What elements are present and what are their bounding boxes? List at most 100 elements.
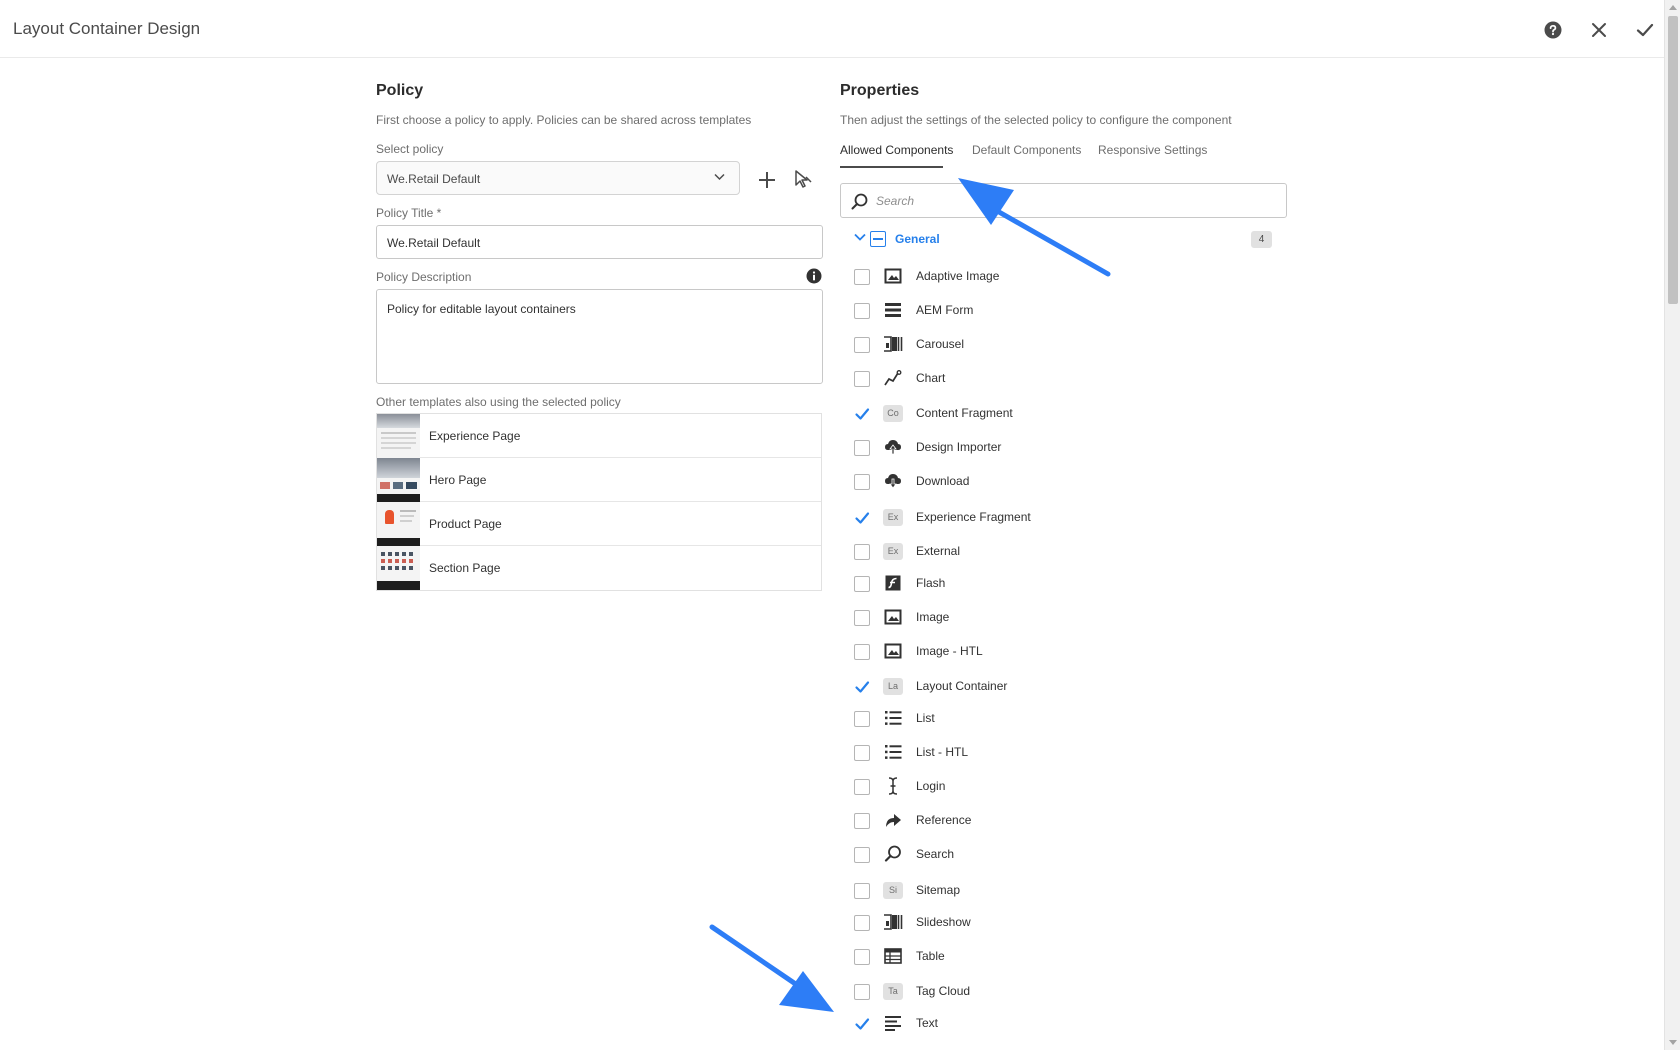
component-row-table[interactable]: Table <box>854 945 1274 967</box>
checkbox[interactable] <box>854 544 870 560</box>
policy-description-label: Policy Description <box>376 270 472 284</box>
checkbox-checked[interactable] <box>854 510 870 526</box>
checkbox[interactable] <box>854 915 870 931</box>
tab-allowed-components[interactable]: Allowed Components <box>840 143 953 157</box>
template-thumbnail <box>377 413 420 458</box>
scroll-down-icon[interactable] <box>1669 1040 1677 1045</box>
component-row-content-fragment[interactable]: Co Content Fragment <box>854 402 1274 424</box>
template-thumbnail <box>377 457 420 502</box>
component-name: Search <box>916 847 955 861</box>
component-row-flash[interactable]: Flash <box>854 572 1274 594</box>
checkbox[interactable] <box>854 440 870 456</box>
policy-select[interactable]: We.Retail Default <box>376 161 740 195</box>
component-name: List - HTL <box>916 745 969 759</box>
policy-title-input[interactable]: We.Retail Default <box>376 225 823 259</box>
checkbox[interactable] <box>854 745 870 761</box>
checkbox[interactable] <box>854 303 870 319</box>
component-name: External <box>916 544 961 558</box>
template-row-product-page[interactable]: Product Page <box>377 501 821 546</box>
abbreviation-icon: La <box>883 676 903 696</box>
checkbox[interactable] <box>854 610 870 626</box>
info-button[interactable] <box>806 268 822 289</box>
component-row-aem-form[interactable]: AEM Form <box>854 299 1274 321</box>
component-row-image[interactable]: Image <box>854 606 1274 628</box>
tab-default-components[interactable]: Default Components <box>972 143 1081 157</box>
close-button[interactable] <box>1588 19 1610 41</box>
add-policy-button[interactable] <box>757 170 779 192</box>
abbreviation-icon: Ta <box>883 981 903 1001</box>
properties-heading: Properties <box>840 82 920 99</box>
policy-description-textarea[interactable]: Policy for editable layout containers <box>376 289 823 384</box>
select-policy-button[interactable] <box>794 170 816 192</box>
checkbox[interactable] <box>854 371 870 387</box>
component-row-design-importer[interactable]: Design Importer <box>854 436 1274 458</box>
chevron-down-icon[interactable] <box>854 233 866 242</box>
page-scrollbar[interactable] <box>1664 0 1680 1050</box>
template-row-hero-page[interactable]: Hero Page <box>377 457 821 502</box>
component-name: Reference <box>916 813 972 827</box>
component-row-search[interactable]: Search <box>854 843 1274 865</box>
component-row-image-htl[interactable]: Image - HTL <box>854 640 1274 662</box>
component-name: Layout Container <box>916 679 1008 693</box>
tab-responsive-settings[interactable]: Responsive Settings <box>1098 143 1207 157</box>
scrollbar-thumb[interactable] <box>1668 16 1678 304</box>
component-name: Experience Fragment <box>916 510 1031 524</box>
group-select-all-checkbox[interactable] <box>870 231 886 247</box>
chevron-down-icon <box>714 173 725 181</box>
policy-description-value: Policy for editable layout containers <box>387 302 576 316</box>
component-row-experience-fragment[interactable]: Ex Experience Fragment <box>854 506 1274 528</box>
checkbox[interactable] <box>854 711 870 727</box>
help-button[interactable] <box>1542 19 1564 41</box>
component-row-download[interactable]: Download <box>854 470 1274 492</box>
component-row-list-htl[interactable]: List - HTL <box>854 741 1274 763</box>
component-row-list[interactable]: List <box>854 707 1274 729</box>
checkbox[interactable] <box>854 576 870 592</box>
template-row-experience-page[interactable]: Experience Page <box>377 413 821 458</box>
templates-label: Other templates also using the selected … <box>376 395 621 409</box>
scroll-up-icon[interactable] <box>1669 5 1677 10</box>
checkbox-checked[interactable] <box>854 406 870 422</box>
component-row-external[interactable]: Ex External <box>854 540 1274 562</box>
component-row-tag-cloud[interactable]: Ta Tag Cloud <box>854 980 1274 1002</box>
component-name: Carousel <box>916 337 965 351</box>
checkbox[interactable] <box>854 949 870 965</box>
component-name: Slideshow <box>916 915 971 929</box>
list-icon <box>883 708 903 728</box>
checkbox[interactable] <box>854 337 870 353</box>
component-row-carousel[interactable]: Carousel <box>854 333 1274 355</box>
component-name: Chart <box>916 371 946 385</box>
properties-description-text: Then adjust the settings of the selected… <box>840 113 1232 127</box>
component-name: Image <box>916 610 950 624</box>
close-icon <box>1592 23 1606 37</box>
policy-select-value: We.Retail Default <box>387 172 481 186</box>
checkbox-checked[interactable] <box>854 1016 870 1032</box>
component-name: List <box>916 711 935 725</box>
component-row-reference[interactable]: Reference <box>854 809 1274 831</box>
policy-description-text: First choose a policy to apply. Policies… <box>376 113 752 127</box>
component-name: Login <box>916 779 946 793</box>
done-button[interactable] <box>1634 19 1656 41</box>
template-name: Product Page <box>429 516 502 531</box>
component-row-slideshow[interactable]: Slideshow <box>854 911 1274 933</box>
component-row-sitemap[interactable]: Si Sitemap <box>854 879 1274 901</box>
checkbox[interactable] <box>854 779 870 795</box>
checkbox-checked[interactable] <box>854 679 870 695</box>
checkbox[interactable] <box>854 847 870 863</box>
checkbox[interactable] <box>854 474 870 490</box>
checkbox[interactable] <box>854 883 870 899</box>
template-row-section-page[interactable]: Section Page <box>377 546 821 590</box>
component-row-layout-container[interactable]: La Layout Container <box>854 675 1274 697</box>
checkbox[interactable] <box>854 813 870 829</box>
component-row-login[interactable]: Login <box>854 775 1274 797</box>
active-tab-indicator <box>840 166 943 168</box>
checkbox[interactable] <box>854 269 870 285</box>
component-row-chart[interactable]: Chart <box>854 367 1274 389</box>
form-icon <box>883 300 903 320</box>
checkbox[interactable] <box>854 644 870 660</box>
component-row-text[interactable]: Text <box>854 1012 1274 1034</box>
component-name: Content Fragment <box>916 406 1013 420</box>
abbreviation-icon: Si <box>883 880 903 900</box>
chart-icon <box>883 368 903 388</box>
templates-list: Experience Page Hero Page Product Page S… <box>376 413 822 591</box>
checkbox[interactable] <box>854 984 870 1000</box>
